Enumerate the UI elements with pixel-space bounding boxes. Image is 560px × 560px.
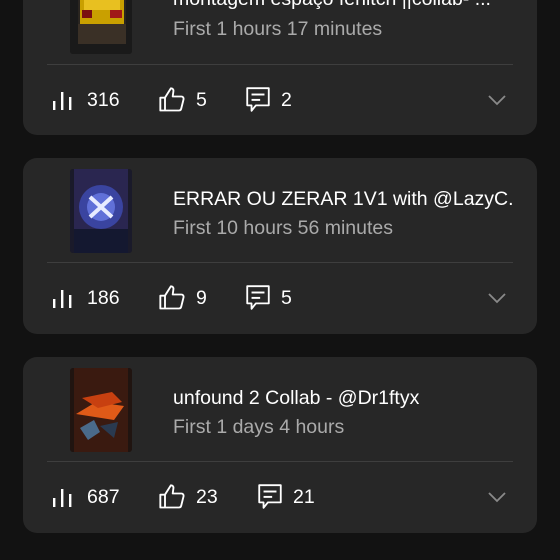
comments-count: 5 [281, 286, 292, 309]
video-title[interactable]: unfound 2 Collab - @Dr1ftyx [173, 387, 513, 410]
video-card[interactable]: ERRAR OU ZERAR 1V1 with @LazyC... First … [23, 158, 537, 334]
thumbnail-image [70, 368, 132, 452]
video-title[interactable]: montagem espaço fenitch ||collab- ... [173, 0, 513, 11]
likes-count: 9 [196, 286, 207, 309]
likes-count: 23 [196, 485, 218, 508]
comment-icon [246, 285, 270, 310]
video-card[interactable]: montagem espaço fenitch ||collab- ... Fi… [23, 0, 537, 135]
chevron-down-icon[interactable] [485, 286, 509, 310]
views-count: 687 [87, 485, 120, 508]
views-count: 186 [87, 286, 120, 309]
comments-stat[interactable]: 21 [257, 477, 315, 517]
bar-chart-icon [53, 92, 72, 110]
views-stat: 316 [51, 80, 120, 120]
video-card[interactable]: unfound 2 Collab - @Dr1ftyx First 1 days… [23, 357, 537, 533]
video-subtitle: First 1 days 4 hours [173, 416, 345, 438]
divider [47, 461, 513, 462]
views-stat: 687 [51, 477, 120, 517]
comment-icon [246, 87, 270, 112]
views-stat: 186 [51, 278, 120, 318]
video-title[interactable]: ERRAR OU ZERAR 1V1 with @LazyC... [173, 188, 513, 211]
thumbnail-image [70, 0, 132, 54]
bar-chart-icon [53, 489, 72, 507]
stats-row: 687 23 21 [23, 477, 537, 517]
stats-row: 316 5 2 [23, 80, 537, 120]
likes-stat[interactable]: 5 [158, 80, 207, 120]
video-thumbnail[interactable] [70, 169, 132, 253]
thumbs-up-icon [159, 87, 185, 112]
video-thumbnail[interactable] [70, 0, 132, 54]
video-thumbnail[interactable] [70, 368, 132, 452]
comments-count: 2 [281, 88, 292, 111]
chevron-down-icon[interactable] [485, 485, 509, 509]
bar-chart-icon [53, 290, 72, 308]
comments-count: 21 [293, 485, 315, 508]
chevron-down-icon[interactable] [485, 88, 509, 112]
likes-count: 5 [196, 88, 207, 111]
views-count: 316 [87, 88, 120, 111]
comments-stat[interactable]: 5 [245, 278, 292, 318]
video-subtitle: First 1 hours 17 minutes [173, 18, 383, 40]
divider [47, 262, 513, 263]
comment-icon [258, 484, 282, 509]
thumbnail-image [70, 169, 132, 253]
likes-stat[interactable]: 23 [158, 477, 218, 517]
thumbs-up-icon [159, 285, 185, 310]
likes-stat[interactable]: 9 [158, 278, 207, 318]
comments-stat[interactable]: 2 [245, 80, 292, 120]
thumbs-up-icon [159, 484, 185, 509]
stats-row: 186 9 5 [23, 278, 537, 318]
divider [47, 64, 513, 65]
video-subtitle: First 10 hours 56 minutes [173, 217, 394, 239]
